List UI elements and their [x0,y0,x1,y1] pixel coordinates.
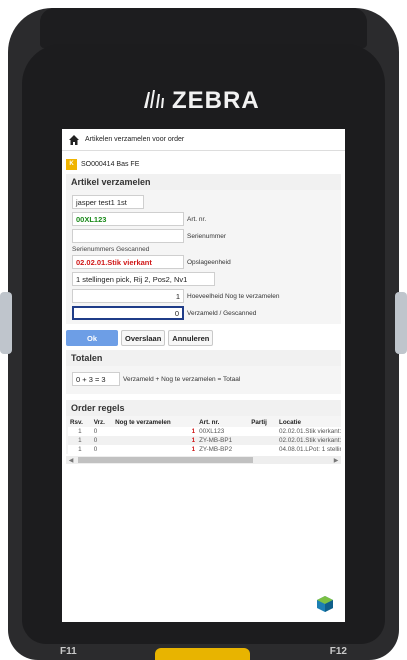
order-regels-heading: Order regels [66,400,341,416]
table-row[interactable]: 1 0 1 ZY-MB-BP1 02.02.01.Stik vierkant: … [68,436,341,445]
cell-rsv: 1 [68,427,92,436]
artikel-section: Artikel verzamelen jasper test1 1st 00XL… [66,174,341,324]
hoeveelheid-field: 1 [72,289,184,303]
scroll-thumb[interactable] [78,457,253,463]
cell-partij [249,436,277,445]
order-regels-panel: Rsv. Vrz. Nog te verzamelen Art. nr. Par… [66,416,341,454]
scroll-right-icon[interactable]: ▶ [331,457,341,464]
overslaan-button[interactable]: Overslaan [121,330,166,346]
fkey-right[interactable]: F12 [330,646,347,657]
verzameld-input[interactable]: 0 [72,306,184,320]
opslageenheid-label: Opslageenheid [187,258,231,266]
col-header[interactable]: Rsv. [68,418,92,427]
totalen-section: Totalen 0 + 3 = 3 Verzameld + Nog te ver… [66,350,341,394]
cell-vrz: 0 [91,436,114,445]
order-bar: K SO000414 Bas FE [62,154,345,174]
cell-vrz: 0 [91,445,114,454]
horizontal-scrollbar[interactable]: ◀ ▶ [66,456,341,464]
hoeveelheid-label: Hoeveelheid Nog te verzamelen [187,292,280,300]
serienummer-label: Serienummer [187,232,227,240]
cell-partij [249,427,277,436]
cell-art: ZY-MB-BP1 [197,436,250,445]
artikel-panel: jasper test1 1st 00XL123 Art. nr. Serien… [66,190,341,324]
brand-logo: ZEBRA [140,86,260,116]
ok-button[interactable]: Ok [66,330,118,346]
artikel-heading: Artikel verzamelen [66,174,341,190]
totalen-heading: Totalen [66,350,341,366]
zebra-head-icon [140,86,166,116]
device-frame: ZEBRA F11 F12 Artikelen verzamelen voor … [0,0,407,660]
order-regels-table: Rsv. Vrz. Nog te verzamelen Art. nr. Par… [68,418,341,454]
annuleren-button[interactable]: Annuleren [168,330,214,346]
function-keys: F11 F12 [60,642,347,660]
col-header[interactable]: Nog te verzamelen [113,418,197,427]
verzameld-label: Verzameld / Gescanned [187,309,257,317]
location-field: 1 stellingen pick, Rij 2, Pos2, Nv1 [72,272,215,286]
totalen-panel: 0 + 3 = 3 Verzameld + Nog te verzamelen … [66,366,341,394]
cell-nog: 1 [113,427,198,436]
totalen-label: Verzameld + Nog te verzamelen = Totaal [123,375,241,383]
page-title: Artikelen verzamelen voor order [85,136,185,143]
table-row[interactable]: 1 0 1 00XL123 02.02.01.Stik vierkant: 1 … [68,427,341,436]
col-header[interactable]: Art. nr. [197,418,249,427]
cell-rsv: 1 [68,436,92,445]
cell-locatie: 04.08.01.LPot: 1 stellingen pi [276,445,341,454]
title-bar: Artikelen verzamelen voor order [62,129,345,151]
center-scan-key[interactable] [155,648,250,660]
art-nr-label: Art. nr. [187,215,207,223]
cell-rsv: 1 [68,445,92,454]
opslageenheid-field[interactable]: 02.02.01.Stik vierkant [72,255,184,269]
app-screen: Artikelen verzamelen voor order K SO0004… [62,129,345,622]
side-scan-button-right[interactable] [395,292,407,354]
home-icon[interactable] [68,134,80,146]
cell-partij [249,445,277,454]
col-header[interactable]: Vrz. [92,418,113,427]
col-header[interactable]: Partij [249,418,277,427]
cell-art: ZY-MB-BP2 [197,445,250,454]
serienummer-field[interactable] [72,229,184,243]
app-logo-icon[interactable] [315,594,335,614]
order-regels-section: Order regels Rsv. Vrz. Nog te verzamelen… [66,400,341,464]
cell-locatie: 02.02.01.Stik vierkant: 1 stelli [276,436,341,445]
order-label: SO000414 Bas FE [81,160,140,168]
article-name-field: jasper test1 1st [72,195,144,209]
action-buttons: Ok Overslaan Annuleren [66,330,345,346]
fkey-left[interactable]: F11 [60,646,77,657]
table-header-row: Rsv. Vrz. Nog te verzamelen Art. nr. Par… [68,418,341,427]
cell-vrz: 0 [91,427,114,436]
table-row[interactable]: 1 0 1 ZY-MB-BP2 04.08.01.LPot: 1 stellin… [68,445,341,454]
brand-name: ZEBRA [172,87,260,114]
totalen-value: 0 + 3 = 3 [72,372,120,386]
cell-nog: 1 [113,436,198,445]
art-nr-field[interactable]: 00XL123 [72,212,184,226]
side-scan-button-left[interactable] [0,292,12,354]
cell-locatie: 02.02.01.Stik vierkant: 1 stelli [276,427,341,436]
serienummers-heading: Serienummers Gescanned [72,246,150,253]
scroll-left-icon[interactable]: ◀ [66,457,76,464]
order-badge: K [66,158,77,170]
col-header[interactable]: Locatie [277,418,341,427]
cell-nog: 1 [113,445,198,454]
cell-art: 00XL123 [197,427,250,436]
device-top-bezel [40,8,367,48]
